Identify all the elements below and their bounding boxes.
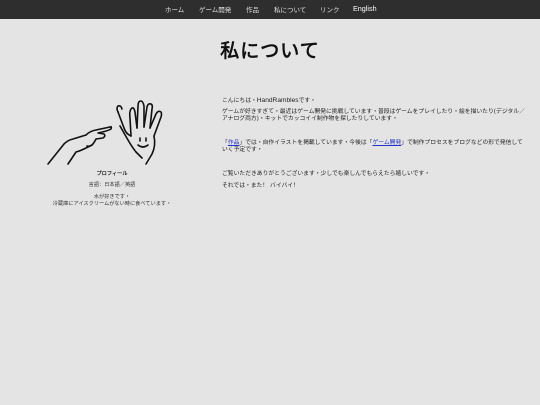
thanks-paragraph: ご覧いただきありがとうございます・少しでも楽しんでもらえたら嬉しいです・ [222, 171, 431, 177]
profile-languages: 言語：日本語／英語 [88, 182, 136, 188]
profile-note: 水が好きです・ 冷蔵庫にアイスクリームがない時に食べています・ [34, 194, 190, 208]
profile-heading: プロフィール [96, 171, 128, 177]
greeting-paragraph: こんにちは・HandRamblesです・ [222, 97, 527, 105]
nav-links[interactable]: リンク [320, 4, 340, 14]
works-link[interactable]: 作品 [228, 140, 240, 146]
nav-about[interactable]: 私について [274, 4, 306, 14]
sections-paragraph: 「作品」では・自作イラストを掲載しています・今後は「ゲーム開発」で制作プロセスを… [222, 140, 527, 155]
sections-mid-text: 」では・自作イラストを掲載しています・今後は「 [239, 140, 373, 146]
greeting-suffix: です・ [298, 98, 316, 104]
pointing-hand-and-waving-hand-icon [47, 100, 163, 165]
site-name: HandRambles [256, 97, 299, 104]
page-title: 私について [220, 40, 320, 62]
top-navigation-bar: ホーム ゲーム開発 作品 私について リンク English [0, 0, 540, 19]
profile-note-line2: 冷蔵庫にアイスクリームがない時に食べています・ [52, 201, 172, 208]
nav-english[interactable]: English [353, 4, 377, 13]
profile-illustration [46, 98, 178, 172]
farewell-paragraph: それでは・また！ バイバイ！ [222, 183, 299, 189]
nav-game-dev[interactable]: ゲーム開発 [199, 4, 231, 14]
nav-home[interactable]: ホーム [165, 4, 184, 14]
game-dev-link[interactable]: ゲーム開発 [372, 140, 401, 146]
nav-works[interactable]: 作品 [246, 4, 259, 14]
intro-paragraph: ゲームが好きすぎて・最近はゲーム開発に挑戦しています・普段はゲームをプレイしたり… [222, 109, 525, 123]
greeting-prefix: こんにちは・ [222, 98, 257, 104]
nav-list: ホーム ゲーム開発 作品 私について リンク English [0, 0, 540, 19]
